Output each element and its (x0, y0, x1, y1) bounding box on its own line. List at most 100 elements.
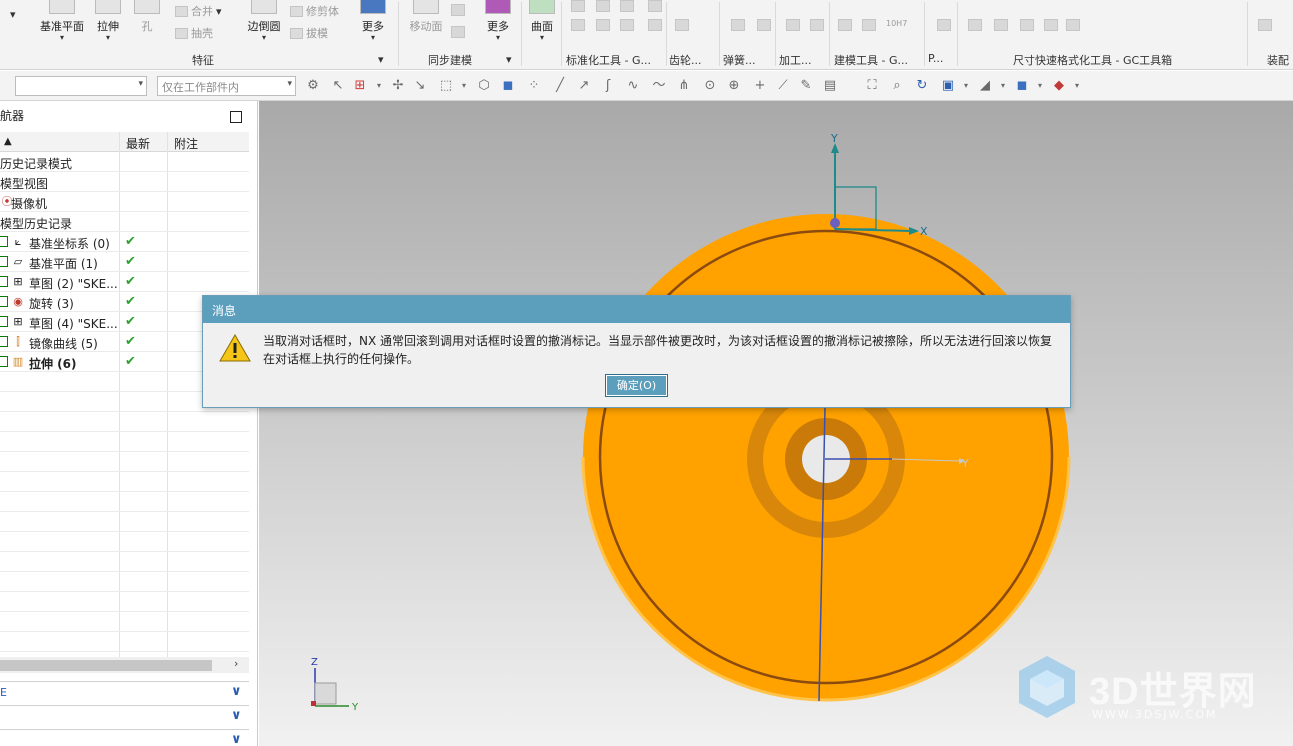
gear-tool-icon[interactable] (675, 19, 689, 31)
dimension-tool-icon[interactable] (968, 19, 982, 31)
navigator-feature-row[interactable]: ▱ 基准平面 (1) ✔ (0, 252, 249, 272)
dimension-tool-icon[interactable] (1044, 19, 1058, 31)
select-icon[interactable]: ↖ (330, 78, 346, 94)
face-icon[interactable]: ⬡ (476, 78, 492, 94)
snap-icon[interactable]: ↘ (412, 78, 428, 94)
point-icon[interactable]: ⁘ (526, 78, 542, 94)
chevron-right-icon[interactable]: › (234, 657, 238, 670)
ribbon-left-dropdown[interactable]: ▾ (10, 8, 16, 21)
assembly-tool-icon[interactable] (1258, 19, 1272, 31)
trim-body-button[interactable]: 修剪体 (290, 3, 339, 19)
dimension-tool-icon[interactable] (1020, 19, 1034, 31)
surface-button[interactable]: 曲面 ▾ (528, 0, 556, 50)
spring-tool-icon[interactable] (757, 19, 771, 31)
selection-box-icon[interactable]: ⊞ (352, 78, 368, 94)
dimension-tool-icon[interactable] (1066, 19, 1080, 31)
ok-button[interactable]: 确定(O) (605, 374, 668, 397)
edge-blend-button[interactable]: 边倒圆 ▾ (246, 0, 282, 50)
curve-icon[interactable]: ʃ (600, 78, 616, 94)
visibility-checkbox[interactable] (0, 276, 8, 287)
gc-tool-icon[interactable] (620, 0, 634, 12)
shell-button[interactable]: 抽壳 (175, 25, 213, 41)
fit-view-icon[interactable]: ⛶ (864, 78, 880, 94)
line-icon[interactable]: ╱ (552, 78, 568, 94)
visibility-checkbox[interactable] (0, 316, 8, 327)
navigator-feature-row[interactable]: ⟀ 基准坐标系 (0) ✔ (0, 232, 249, 252)
spring-tool-icon[interactable] (731, 19, 745, 31)
body-icon[interactable]: ◼ (500, 78, 516, 94)
dependencies-panel-bar[interactable]: E ∨ (0, 681, 249, 704)
snap-icon[interactable]: ✢ (390, 78, 406, 94)
preview-panel-bar[interactable]: ∨ (0, 729, 249, 746)
gc-tool-icon[interactable] (571, 0, 585, 12)
maximize-icon[interactable] (230, 111, 242, 123)
chevron-down-icon[interactable]: ▾ (371, 78, 387, 94)
circle-center-icon[interactable]: ⊙ (702, 78, 718, 94)
edit-section-icon[interactable]: ◆ (1051, 78, 1067, 94)
render-style-icon[interactable]: ◢ (977, 78, 993, 94)
unite-button[interactable]: 合并 ▾ (175, 3, 222, 19)
machining-tool-icon[interactable] (810, 19, 824, 31)
modeling-tool-icon[interactable] (838, 19, 852, 31)
gc-tool-icon[interactable] (620, 19, 634, 31)
move-face-button[interactable]: 移动面 (406, 0, 446, 50)
modeling-tool-icon[interactable] (862, 19, 876, 31)
gc-tool-icon[interactable] (596, 19, 610, 31)
navigator-feature-row[interactable]: ⊞ 草图 (2) "SKE... ✔ (0, 272, 249, 292)
graphics-viewport[interactable]: Y Y X Z Y 3D世界网 WWW.3DSJW.COM (259, 101, 1293, 746)
visibility-checkbox[interactable] (0, 356, 8, 367)
quadrant-icon[interactable]: ⊕ (726, 78, 742, 94)
chevron-down-icon[interactable]: ▾ (1032, 78, 1048, 94)
sync-group-dropdown[interactable]: ▾ (506, 53, 512, 66)
gc-tool-icon[interactable] (596, 0, 610, 12)
tangent-icon[interactable]: ⟋ (775, 78, 791, 94)
selection-scope-dropdown[interactable]: 仅在工作部件内 ▾ (157, 76, 296, 96)
visibility-checkbox[interactable] (0, 256, 8, 267)
shaded-cube-icon[interactable]: ◼ (1014, 78, 1030, 94)
rotate-icon[interactable]: ↻ (914, 78, 930, 94)
spline-icon[interactable]: ∿ (625, 78, 641, 94)
feature-group-dropdown[interactable]: ▾ (378, 53, 384, 66)
draft-button[interactable]: 拔模 (290, 25, 328, 41)
sync-tool-icon[interactable] (451, 26, 465, 38)
tolerance-fit-button[interactable]: 10H7 (886, 19, 907, 28)
p-tool-icon[interactable] (937, 19, 951, 31)
hole-button[interactable]: 孔 (134, 0, 160, 50)
assembly-group-label[interactable]: 装配 (1267, 52, 1289, 68)
chevron-down-icon[interactable]: ∨ (231, 708, 242, 723)
rectangle-select-icon[interactable]: ⬚ (438, 78, 454, 94)
chevron-down-icon[interactable]: ∨ (231, 732, 242, 746)
gc-tool-icon[interactable] (648, 19, 662, 31)
arc-icon[interactable]: ↗ (576, 78, 592, 94)
visibility-checkbox[interactable] (0, 296, 8, 307)
gc-tool-icon[interactable] (571, 19, 585, 31)
chevron-down-icon[interactable]: ▾ (958, 78, 974, 94)
more-feature-button[interactable]: 更多 ▾ (356, 0, 390, 50)
visibility-checkbox[interactable] (0, 336, 8, 347)
datum-plane-button[interactable]: 基准平面 ▾ (38, 0, 86, 50)
more-sync-button[interactable]: 更多 ▾ (482, 0, 514, 50)
filter-icon[interactable]: ⚙ (305, 78, 321, 94)
chevron-down-icon[interactable]: ▾ (456, 78, 472, 94)
dialog-title[interactable]: 消息 (203, 296, 1070, 323)
dimension-tool-icon[interactable] (994, 19, 1008, 31)
on-curve-icon[interactable]: ✎ (798, 78, 814, 94)
scrollbar-thumb[interactable] (0, 660, 212, 671)
type-filter-dropdown[interactable]: ▾ (15, 76, 147, 96)
chevron-down-icon[interactable]: ▾ (1069, 78, 1085, 94)
gc-tool-icon[interactable] (648, 0, 662, 12)
view-orientation-icon[interactable]: ▣ (940, 78, 956, 94)
visibility-checkbox[interactable] (0, 236, 8, 247)
navigator-node-model-history[interactable]: 模型历史记录 (0, 212, 249, 232)
extrude-button[interactable]: 拉伸 ▾ (92, 0, 124, 50)
crosshair-icon[interactable]: + (752, 78, 768, 94)
column-header-latest[interactable]: 最新 (126, 135, 150, 152)
machining-tool-icon[interactable] (786, 19, 800, 31)
chevron-down-icon[interactable]: ▾ (995, 78, 1011, 94)
sort-ascending-icon[interactable]: ▲ (4, 136, 12, 147)
navigator-node-history-mode[interactable]: 历史记录模式 (0, 152, 249, 172)
intersect-icon[interactable]: ⋔ (676, 78, 692, 94)
navigator-node-cameras[interactable]: ⦿ 摄像机 (0, 192, 249, 212)
layer-icon[interactable]: ▤ (822, 78, 838, 94)
spline-icon[interactable]: ～ (651, 78, 667, 94)
